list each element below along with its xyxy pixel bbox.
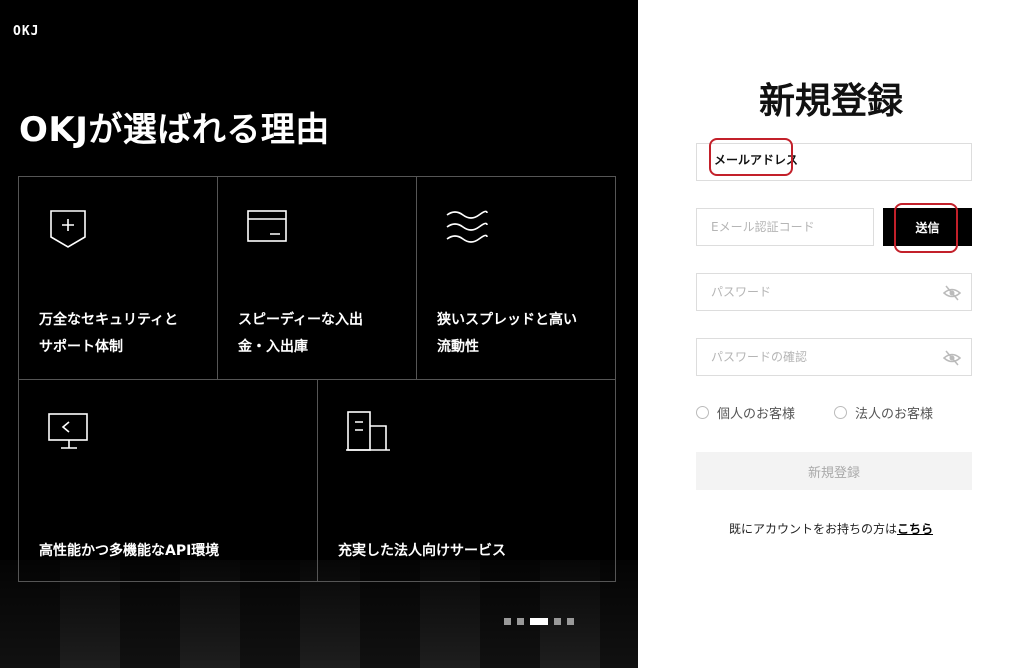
carousel-dot[interactable] bbox=[504, 617, 511, 625]
annotation-highlight bbox=[709, 138, 793, 176]
feature-card-security: 万全なセキュリティと サポート体制 bbox=[19, 177, 218, 380]
signup-submit-button[interactable]: 新規登録 bbox=[696, 452, 972, 490]
feature-card-spread: 狭いスプレッドと高い 流動性 bbox=[417, 177, 616, 380]
feature-text: スピーディーな入出 金・入出庫 bbox=[238, 312, 364, 355]
carousel-dot[interactable] bbox=[554, 617, 561, 625]
carousel-dot-active[interactable] bbox=[530, 617, 548, 625]
carousel-dots bbox=[504, 617, 574, 625]
carousel-dot[interactable] bbox=[567, 617, 574, 625]
feature-text: 高性能かつ多機能なAPI環境 bbox=[39, 543, 220, 559]
feature-card-api: 高性能かつ多機能なAPI環境 bbox=[19, 380, 318, 582]
radio-label: 法人のお客様 bbox=[855, 407, 934, 422]
radio-circle[interactable] bbox=[696, 406, 709, 419]
radio-circle[interactable] bbox=[834, 406, 847, 419]
monitor-icon bbox=[48, 413, 88, 449]
eye-off-icon[interactable] bbox=[943, 349, 961, 367]
feature-card-speed: スピーディーな入出 金・入出庫 bbox=[218, 177, 417, 380]
eye-off-icon[interactable] bbox=[943, 284, 961, 302]
password-input[interactable] bbox=[697, 274, 971, 310]
feature-card-corporate: 充実した法人向けサービス bbox=[318, 380, 616, 582]
promo-panel: OKJ OKJが選ばれる理由 万全なセキュリティと サポート体制 スピーディーな入… bbox=[0, 0, 638, 668]
shield-plus-icon bbox=[50, 210, 86, 248]
annotation-highlight bbox=[894, 203, 958, 253]
password-confirm-input[interactable] bbox=[697, 339, 971, 375]
radio-individual[interactable]: 個人のお客様 bbox=[696, 403, 795, 422]
waves-icon bbox=[446, 210, 488, 243]
verification-code-field[interactable] bbox=[696, 208, 874, 246]
login-prompt-text: 既にアカウントをお持ちの方は bbox=[728, 522, 897, 536]
feature-text: 万全なセキュリティと サポート体制 bbox=[39, 312, 179, 355]
signup-title: 新規登録 bbox=[758, 81, 903, 122]
password-field[interactable] bbox=[696, 273, 972, 311]
card-icon bbox=[247, 210, 287, 242]
carousel-dot[interactable] bbox=[517, 617, 524, 625]
feature-text: 充実した法人向けサービス bbox=[338, 543, 506, 559]
hero-title: OKJが選ばれる理由 bbox=[19, 110, 330, 150]
login-prompt: 既にアカウントをお持ちの方はこちら bbox=[638, 520, 1024, 537]
feature-grid: 万全なセキュリティと サポート体制 スピーディーな入出 金・入出庫 狭いスプレッドと… bbox=[18, 176, 616, 582]
feature-text: 狭いスプレッドと高い 流動性 bbox=[437, 312, 577, 355]
password-confirm-field[interactable] bbox=[696, 338, 972, 376]
login-link[interactable]: こちら bbox=[897, 522, 933, 536]
signup-panel: 新規登録 メールアドレス 送信 個人のお客様 法人のお客様 新規登録 既にア bbox=[638, 0, 1024, 668]
radio-label: 個人のお客様 bbox=[717, 407, 796, 422]
building-icon bbox=[346, 411, 390, 451]
verification-code-input[interactable] bbox=[697, 209, 873, 245]
radio-corporate[interactable]: 法人のお客様 bbox=[834, 403, 933, 422]
okj-logo[interactable]: OKJ bbox=[13, 24, 39, 39]
